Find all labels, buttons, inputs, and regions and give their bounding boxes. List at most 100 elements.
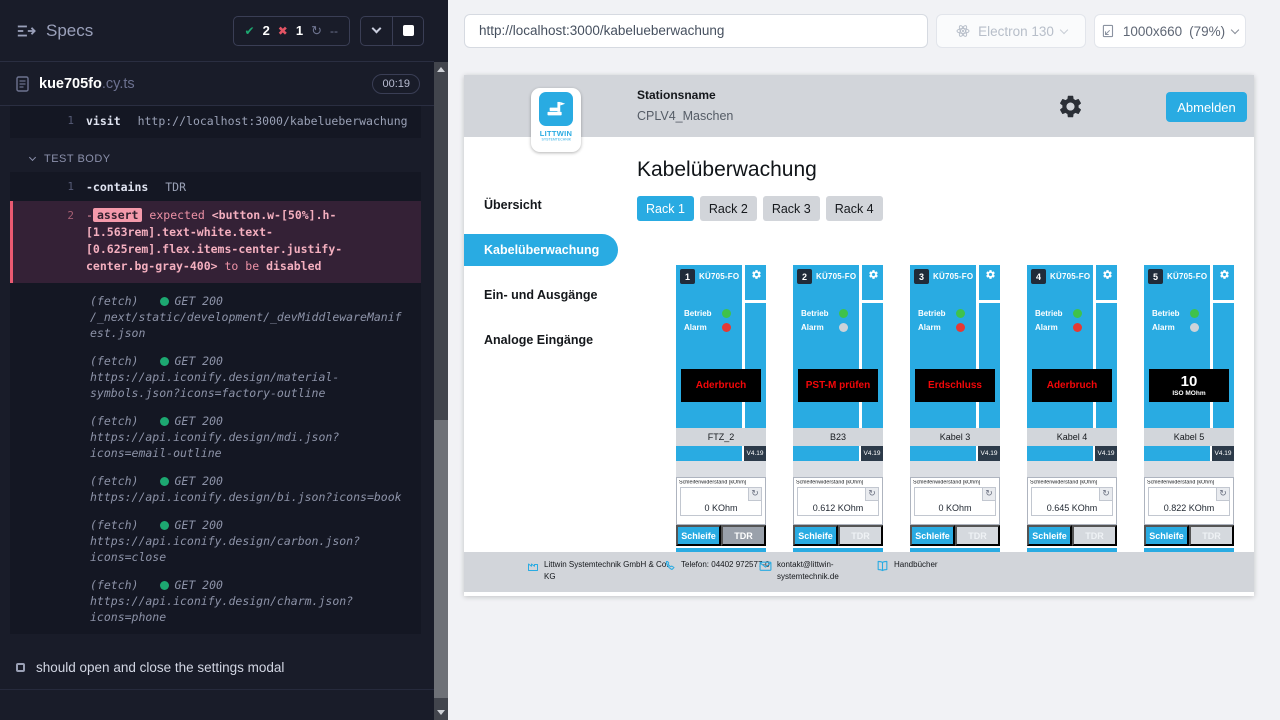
- tdr-button: TDR: [955, 525, 1000, 546]
- sidebar-item-übersicht[interactable]: Übersicht: [464, 189, 619, 221]
- alarm-label: Alarm: [1035, 323, 1067, 332]
- status-message: PST-M prüfen: [806, 380, 870, 391]
- tab-rack-3[interactable]: Rack 3: [763, 196, 820, 221]
- contains-command-row[interactable]: 1 -contains TDR: [10, 175, 421, 199]
- card-number: 5: [1148, 269, 1163, 284]
- fetch-status: GET 200: [160, 474, 222, 488]
- logo-title: LITTWIN: [531, 129, 581, 138]
- scrollbar-thumb[interactable]: [434, 420, 448, 698]
- scroll-up-arrow-icon[interactable]: [437, 67, 445, 72]
- logout-button[interactable]: Abmelden: [1166, 92, 1247, 122]
- tdr-button[interactable]: TDR: [721, 525, 766, 546]
- viewport-zoom-value: (79%): [1189, 24, 1225, 39]
- settings-gear-icon[interactable]: [1057, 93, 1084, 125]
- betrieb-label: Betrieb: [684, 309, 716, 318]
- phone-icon: [664, 559, 676, 576]
- card-settings-icon[interactable]: [985, 269, 996, 280]
- sidebar-item-analoge-eingänge[interactable]: Analoge Eingänge: [464, 324, 619, 356]
- card-number: 2: [797, 269, 812, 284]
- app-header: Stationsname CPLV4_Maschen Abmelden: [464, 75, 1254, 137]
- spec-file-row[interactable]: kue705fo .cy.ts 00:19: [0, 62, 434, 106]
- footer-item-book[interactable]: Handbücher: [876, 559, 986, 576]
- refresh-icon[interactable]: ↻: [1216, 488, 1229, 501]
- card-settings-icon[interactable]: [868, 269, 879, 280]
- collapse-all-button[interactable]: [361, 17, 392, 45]
- card-buttons: SchleifeTDR: [793, 525, 883, 546]
- betrieb-label: Betrieb: [918, 309, 950, 318]
- rack-cards: 1KÜ705-FOBetriebAlarmAderbruchFTZ_2V4.19…: [676, 265, 1234, 552]
- sidebar-item-kabelüberwachung[interactable]: Kabelüberwachung: [464, 234, 618, 266]
- station-value: CPLV4_Maschen: [637, 109, 733, 123]
- failed-assert-row[interactable]: 2 -assert expected <button.w-[50%].h-[1.…: [10, 201, 421, 283]
- viewport-size-icon: [1102, 24, 1116, 38]
- test-body-section-header[interactable]: TEST BODY: [30, 153, 434, 165]
- card-model-label: KÜ705-FO: [816, 272, 856, 281]
- loop-button[interactable]: Schleife: [1027, 525, 1072, 546]
- fetch-url: https://api.iconify.design/carbon.json?i…: [90, 533, 405, 565]
- cable-name: Kabel 4: [1027, 428, 1117, 446]
- tab-rack-1[interactable]: Rack 1: [637, 196, 694, 221]
- fetch-label: (fetch): [90, 354, 138, 368]
- resistance-field: ↻0.645 KOhm: [1031, 487, 1113, 516]
- specs-toggle[interactable]: Specs: [16, 21, 93, 41]
- rack-card-5: 5KÜ705-FOBetriebAlarm10ISO MOhmKabel 5V4…: [1144, 265, 1234, 552]
- card-bottom-strip: [1027, 546, 1117, 548]
- footer-item-email[interactable]: kontakt@littwin-systemtechnik.de: [759, 559, 851, 584]
- fetch-url: https://api.iconify.design/bi.json?icons…: [90, 489, 405, 505]
- sidebar-item-ein-und-ausgänge[interactable]: Ein- und Ausgänge: [464, 279, 619, 311]
- betrieb-label: Betrieb: [801, 309, 833, 318]
- fetch-log-entry: (fetch)GET 200https://api.iconify.design…: [10, 465, 421, 509]
- cable-name: B23: [793, 428, 883, 446]
- stop-tests-button[interactable]: [392, 17, 423, 45]
- visit-command-row[interactable]: 1 visit http://localhost:3000/kabelueber…: [10, 109, 421, 133]
- resistance-panel: Schleifenwiderstand [kOhm] ↻0.612 KOhm: [793, 477, 883, 525]
- tab-rack-4[interactable]: Rack 4: [826, 196, 883, 221]
- command-method: visit: [86, 114, 121, 128]
- success-dot-icon: [160, 297, 169, 306]
- scroll-down-arrow-icon[interactable]: [437, 710, 445, 715]
- sidebar-nav: Übersicht Kabelüberwachung Ein- und Ausgän…: [464, 189, 619, 369]
- pending-test-row[interactable]: should open and close the settings modal: [0, 647, 434, 690]
- card-model-label: KÜ705-FO: [1050, 272, 1090, 281]
- footer-item-phone[interactable]: Telefon: 04402 972577-0: [664, 559, 774, 576]
- betrieb-led: [722, 309, 731, 318]
- card-settings-icon[interactable]: [751, 269, 762, 280]
- runner-scrollbar[interactable]: [434, 62, 448, 720]
- card-buttons: SchleifeTDR: [1144, 525, 1234, 546]
- browser-select[interactable]: Electron 130: [936, 14, 1086, 48]
- chevron-down-icon: [29, 154, 36, 161]
- refresh-icon[interactable]: ↻: [1099, 488, 1112, 501]
- run-stats: ✔ 2 ✖ 1 ↻ --: [233, 16, 351, 46]
- url-input[interactable]: http://localhost:3000/kabelueberwachung: [464, 14, 928, 48]
- betrieb-status-row: Betrieb: [918, 309, 965, 318]
- card-settings-icon[interactable]: [1102, 269, 1113, 280]
- command-message: http://localhost:3000/kabelueberwachung: [138, 114, 408, 128]
- command-message: TDR: [165, 180, 186, 194]
- command-log: 1 visit http://localhost:3000/kabelueber…: [0, 106, 434, 690]
- station-label: Stationsname: [637, 88, 733, 102]
- loop-button[interactable]: Schleife: [676, 525, 721, 546]
- card-spacer: [676, 461, 766, 477]
- fetch-label: (fetch): [90, 294, 138, 308]
- card-settings-icon[interactable]: [1219, 269, 1230, 280]
- resistance-field: ↻0.612 KOhm: [797, 487, 879, 516]
- viewport-size-select[interactable]: 1000x660 (79%): [1094, 14, 1246, 48]
- refresh-icon[interactable]: ↻: [865, 488, 878, 501]
- loop-button[interactable]: Schleife: [793, 525, 838, 546]
- loop-button[interactable]: Schleife: [910, 525, 955, 546]
- refresh-icon[interactable]: ↻: [982, 488, 995, 501]
- tab-rack-2[interactable]: Rack 2: [700, 196, 757, 221]
- command-number: 1: [50, 179, 74, 195]
- betrieb-led: [1190, 309, 1199, 318]
- before-hook-block: 1 visit http://localhost:3000/kabelueber…: [10, 106, 421, 138]
- success-dot-icon: [160, 521, 169, 530]
- resistance-panel: Schleifenwiderstand [kOhm]↻0 KOhm: [910, 477, 1000, 525]
- card-buttons: SchleifeTDR: [676, 525, 766, 546]
- refresh-icon[interactable]: ↻: [748, 488, 761, 501]
- fetch-log-list: (fetch)GET 200/_next/static/development/…: [10, 285, 421, 629]
- passed-count: 2: [263, 23, 270, 38]
- resistance-label: Schleifenwiderstand [kOhm]: [796, 480, 873, 485]
- tdr-button: TDR: [1189, 525, 1234, 546]
- loop-button[interactable]: Schleife: [1144, 525, 1189, 546]
- footer-item-factory[interactable]: Littwin Systemtechnik GmbH & Co. KG: [527, 559, 677, 584]
